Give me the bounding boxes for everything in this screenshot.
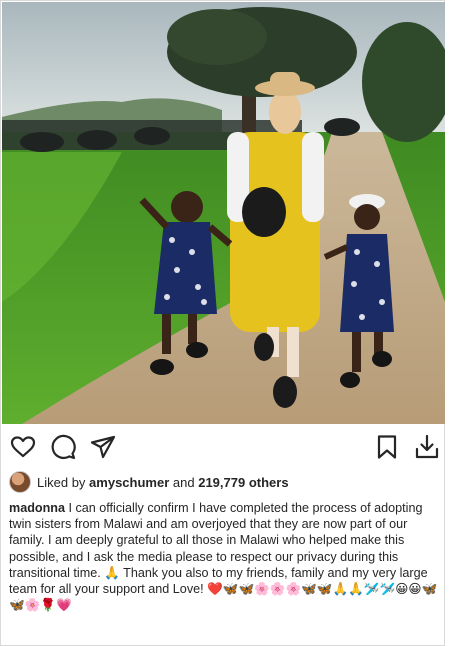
- likes-prefix: Liked by: [37, 474, 86, 490]
- likes-middle: and: [172, 474, 195, 490]
- caption-username-link[interactable]: madonna: [9, 501, 65, 515]
- liked-by-user-link[interactable]: amyschumer: [89, 475, 169, 490]
- instagram-post: Liked by amyschumer and 219,779 others m…: [0, 0, 445, 646]
- download-icon[interactable]: [413, 433, 441, 461]
- bookmark-icon[interactable]: [373, 433, 401, 461]
- likes-summary: Liked by amyschumer and 219,779 others: [9, 471, 439, 493]
- caption-text: I can officially confirm I have complete…: [9, 501, 438, 613]
- avatar[interactable]: [9, 471, 31, 493]
- post-actions-bar: [1, 429, 446, 467]
- heart-outline-icon[interactable]: [9, 433, 37, 461]
- speech-bubble-icon[interactable]: [49, 433, 77, 461]
- paper-plane-icon[interactable]: [89, 433, 117, 461]
- post-caption: madonna I can officially confirm I have …: [9, 500, 441, 613]
- likes-count-link[interactable]: 219,779 others: [198, 475, 288, 490]
- post-photo[interactable]: [2, 2, 445, 424]
